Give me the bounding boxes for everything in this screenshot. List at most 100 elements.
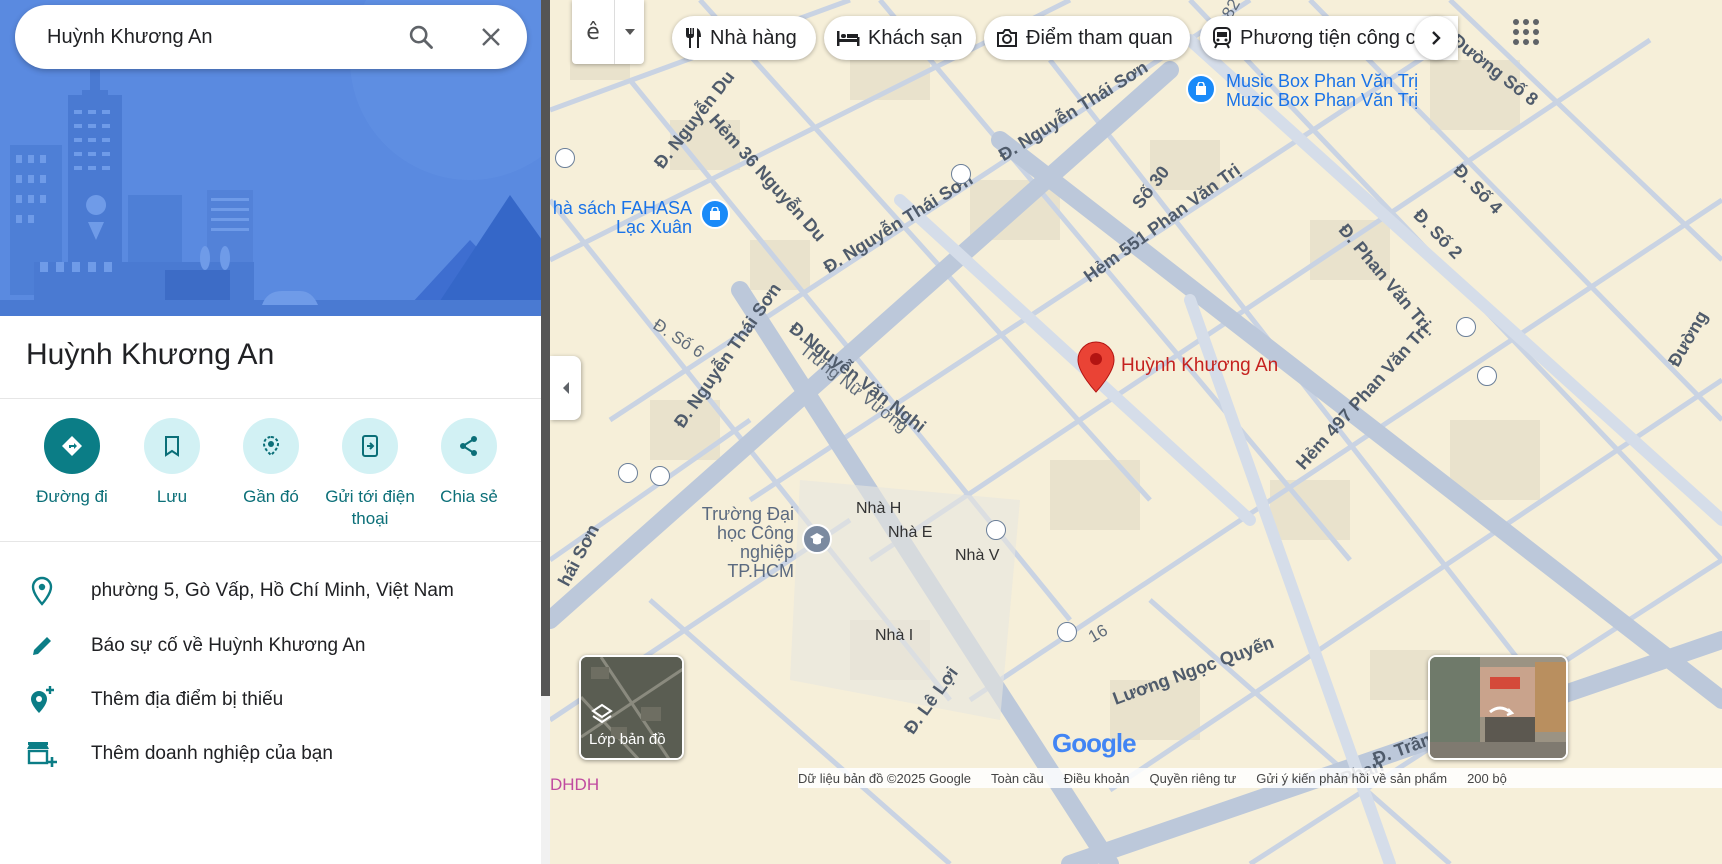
bed-icon — [836, 29, 860, 47]
add-place-icon — [26, 684, 58, 716]
chip-label: Khách sạn — [868, 26, 963, 49]
add-business-text: Thêm doanh nghiệp của bạn — [91, 743, 333, 764]
directions-button-circle — [44, 418, 100, 474]
share-button-circle — [441, 418, 497, 474]
bus-stop-icon[interactable] — [1477, 366, 1497, 386]
poi-label-line: hà sách FAHASA — [552, 198, 692, 218]
nearby-button-circle — [243, 418, 299, 474]
selected-place-label[interactable]: Huỳnh Khương An — [1121, 355, 1278, 377]
poi-label-line: Music Box Phan Văn Trị — [1226, 71, 1419, 91]
address-text: phường 5, Gò Vấp, Hồ Chí Minh, Việt Nam — [91, 580, 454, 601]
bus-stop-icon[interactable] — [1456, 317, 1476, 337]
poi-label-music-box[interactable]: Music Box Phan Văn Trị Muzic Box Phan Vă… — [1226, 72, 1418, 110]
graduation-cap-icon — [810, 533, 824, 545]
poi-label-line: TP.HCM — [727, 561, 794, 581]
transit-icon — [1212, 27, 1232, 49]
place-title: Huỳnh Khương An — [26, 338, 275, 371]
search-icon — [409, 25, 433, 49]
layers-icon — [591, 703, 613, 724]
bus-stop-icon[interactable] — [1057, 622, 1077, 642]
building-label: Nhà I — [875, 627, 914, 644]
region-link[interactable]: Toàn cầu — [991, 771, 1044, 786]
divider — [0, 541, 542, 542]
panel-scrollbar-track[interactable] — [541, 696, 550, 864]
input-method-glyph: ê — [586, 19, 600, 45]
directions-button[interactable]: Đường đi — [17, 418, 127, 508]
collapse-panel-button[interactable] — [550, 356, 581, 420]
apps-grid-icon[interactable] — [1512, 18, 1540, 46]
shopping-bag-icon — [1196, 82, 1206, 95]
map-footer: Dữ liệu bản đồ ©2025 Google Toàn cầu Điề… — [798, 768, 1722, 788]
feedback-link[interactable]: Gửi ý kiến phản hồi về sản phẩm — [1256, 771, 1447, 786]
privacy-link[interactable]: Quyền riêng tư — [1150, 771, 1237, 786]
chevron-down-icon — [624, 29, 635, 35]
share-label: Chia sẻ — [440, 487, 498, 506]
bus-stop-icon[interactable] — [986, 520, 1006, 540]
street-view-thumbnail[interactable] — [1428, 655, 1568, 760]
map-canvas[interactable]: Đ. Nguyễn Du Hẻm 36 Nguyễn Du Đ. Nguyễn … — [550, 0, 1722, 864]
search-box[interactable] — [15, 5, 527, 69]
send-to-phone-button[interactable]: Gửi tới điện thoại — [315, 418, 425, 530]
share-button[interactable]: Chia sẻ — [414, 418, 524, 508]
poi-label-line: nghiệp — [739, 542, 794, 562]
camera-icon — [996, 28, 1018, 48]
poi-music-box[interactable] — [1186, 74, 1216, 104]
map-layers-button[interactable]: Lớp bản đồ — [579, 655, 684, 760]
map-data-attribution[interactable]: Dữ liệu bản đồ ©2025 Google — [798, 771, 971, 786]
divider — [0, 398, 542, 399]
bus-stop-icon[interactable] — [650, 466, 670, 486]
chip-label: Phương tiện công c — [1240, 26, 1416, 49]
poi-university[interactable] — [802, 524, 832, 554]
chip-hotels[interactable]: Khách sạn — [824, 16, 976, 60]
close-icon — [482, 28, 500, 46]
poi-label-university[interactable]: Trường Đại học Công nghiệp TP.HCM — [690, 505, 794, 581]
poi-label-line: Lạc Xuân — [615, 217, 692, 237]
add-missing-place-row[interactable]: Thêm địa điểm bị thiếu — [0, 675, 542, 725]
save-label: Lưu — [156, 487, 188, 506]
building-label: Nhà H — [856, 500, 902, 517]
shopping-bag-icon — [710, 207, 720, 220]
input-method-dropdown[interactable] — [615, 29, 644, 35]
nearby-button[interactable]: Gần đó — [216, 418, 326, 508]
selected-place-pin-icon[interactable] — [1077, 341, 1115, 393]
directions-label: Đường đi — [36, 487, 108, 506]
search-input[interactable] — [47, 25, 387, 49]
nearby-icon — [262, 435, 280, 457]
scale-label[interactable]: 200 bộ — [1467, 771, 1507, 786]
poi-fahasa[interactable] — [700, 199, 730, 229]
chip-label: Nhà hàng — [710, 26, 797, 49]
report-issue-text: Báo sự cố về Huỳnh Khương An — [91, 635, 366, 656]
poi-label-fahasa[interactable]: hà sách FAHASA Lạc Xuân — [550, 199, 692, 237]
chevron-left-icon — [562, 382, 569, 394]
chips-next-button[interactable] — [1414, 16, 1458, 60]
panel-scrollbar-thumb[interactable] — [541, 0, 550, 696]
report-issue-row[interactable]: Báo sự cố về Huỳnh Khương An — [0, 621, 542, 671]
building-label: Nhà V — [955, 547, 1000, 564]
chip-attractions[interactable]: Điểm tham quan — [984, 16, 1190, 60]
bus-stop-icon[interactable] — [951, 164, 971, 184]
save-button[interactable]: Lưu — [117, 418, 227, 508]
chip-restaurants[interactable]: Nhà hàng — [672, 16, 816, 60]
street-label: DHDH — [550, 775, 600, 794]
layers-label: Lớp bản đồ — [589, 731, 666, 748]
address-row[interactable]: phường 5, Gò Vấp, Hồ Chí Minh, Việt Nam — [0, 566, 542, 616]
save-button-circle — [144, 418, 200, 474]
add-business-icon — [26, 738, 58, 770]
search-button[interactable] — [405, 21, 437, 53]
chevron-right-icon — [1432, 31, 1441, 45]
input-method-selector[interactable]: ê — [572, 0, 644, 64]
bus-stop-icon[interactable] — [555, 148, 575, 168]
pencil-icon — [26, 630, 58, 662]
send-to-phone-icon — [362, 435, 378, 457]
bus-stop-icon[interactable] — [618, 463, 638, 483]
terms-link[interactable]: Điều khoản — [1064, 771, 1130, 786]
add-business-row[interactable]: Thêm doanh nghiệp của bạn — [0, 729, 542, 779]
clear-search-button[interactable] — [475, 21, 507, 53]
directions-icon — [62, 436, 82, 456]
share-icon — [460, 436, 477, 456]
send-to-phone-label: Gửi tới điện thoại — [325, 487, 415, 528]
street-view-image — [1430, 657, 1566, 758]
building-label: Nhà E — [888, 524, 933, 541]
place-panel: Huỳnh Khương An Đường đi Lưu Gần đó — [0, 0, 542, 864]
fork-knife-icon — [684, 27, 702, 49]
